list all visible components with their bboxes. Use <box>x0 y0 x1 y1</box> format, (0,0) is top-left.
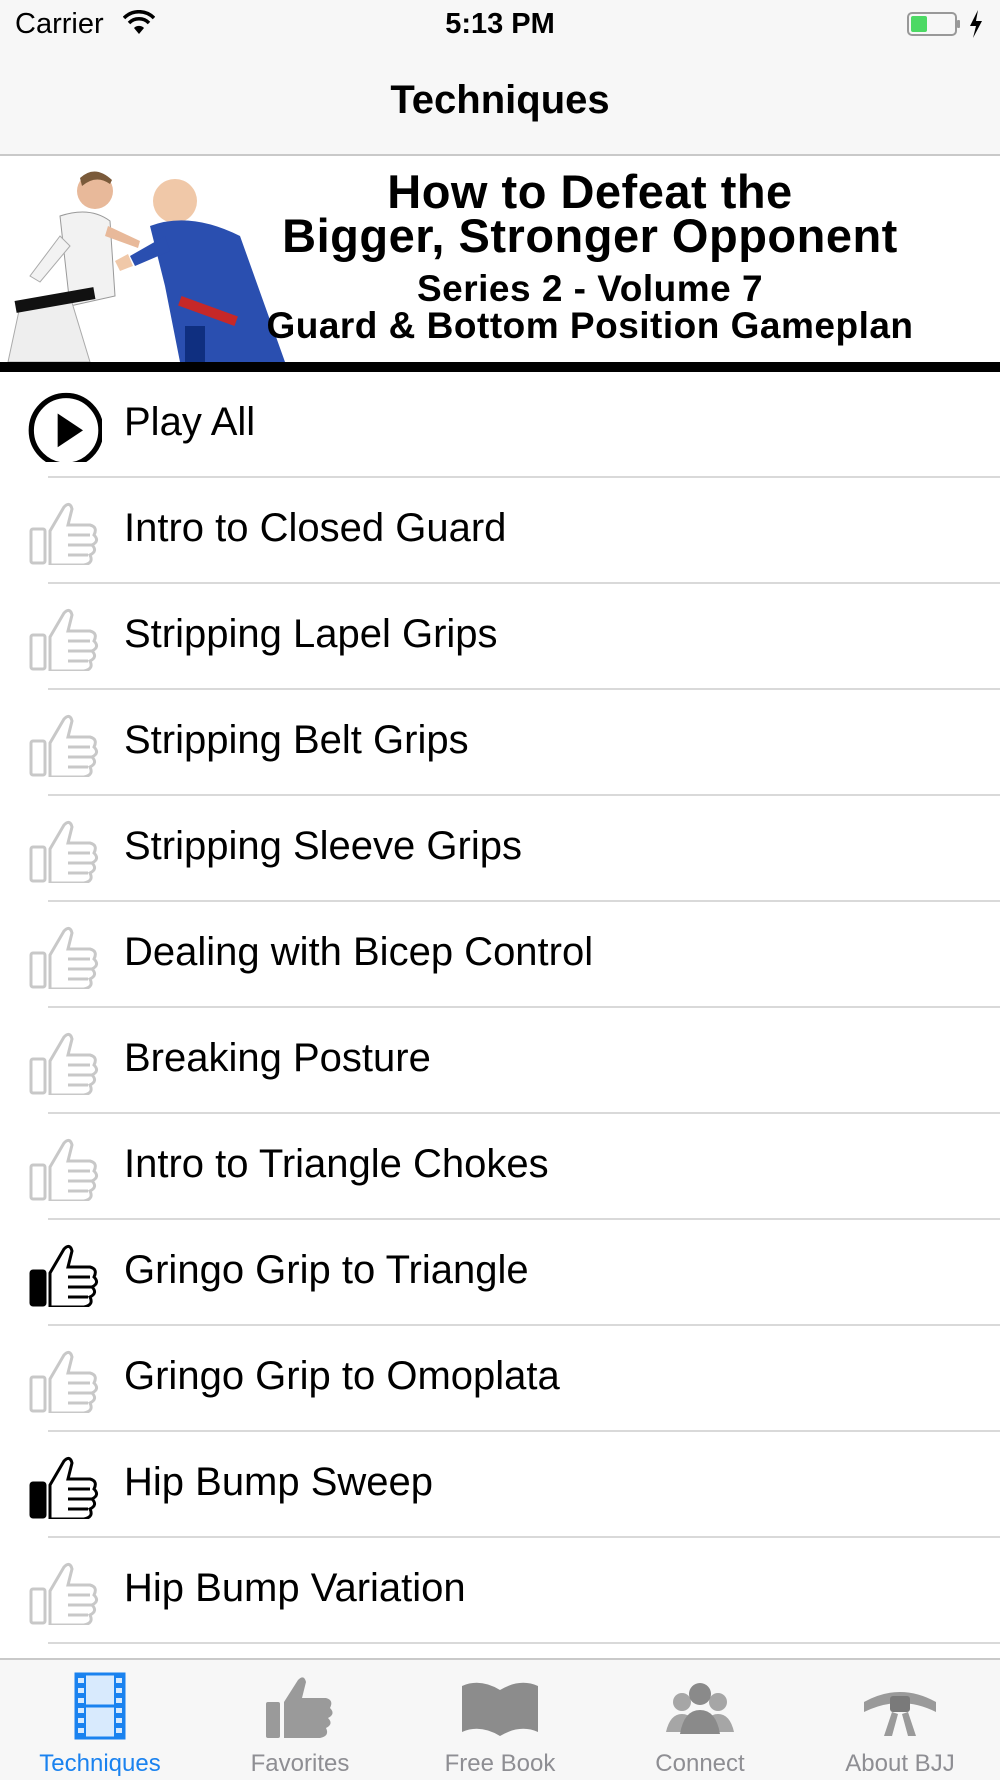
tab-label: Techniques <box>39 1750 161 1777</box>
thumbs-up-filled-icon[interactable] <box>28 1243 100 1307</box>
tab-free-book[interactable]: Free Book <box>400 1660 600 1780</box>
battery-icon <box>907 12 960 36</box>
tab-connect[interactable]: Connect <box>600 1660 800 1780</box>
thumbs-up-outline-icon[interactable] <box>28 1561 100 1625</box>
thumbs-up-outline-icon[interactable] <box>28 925 100 989</box>
tab-bar: Techniques Favorites Free Book Connect A… <box>0 1658 1000 1780</box>
book-icon <box>462 1682 538 1736</box>
tab-about-bjj[interactable]: About BJJ <box>800 1660 1000 1780</box>
play-circle-icon <box>28 392 102 462</box>
technique-row[interactable]: Hip Bump Sweep <box>0 1432 1000 1538</box>
row-divider <box>48 1642 1000 1644</box>
thumbs-up-outline-icon[interactable] <box>28 607 100 671</box>
tab-label: Free Book <box>444 1750 556 1777</box>
technique-label: Breaking Posture <box>124 1036 431 1080</box>
technique-label: Intro to Triangle Chokes <box>124 1142 549 1186</box>
thumbs-up-icon <box>266 1677 333 1738</box>
thumbs-up-outline-icon[interactable] <box>28 1349 100 1413</box>
status-bar: Carrier 5:13 PM <box>0 0 1000 50</box>
technique-label: Stripping Belt Grips <box>124 718 469 762</box>
tab-favorites[interactable]: Favorites <box>200 1660 400 1780</box>
technique-label: Stripping Sleeve Grips <box>124 824 522 868</box>
people-icon <box>666 1683 734 1734</box>
technique-row[interactable]: Intro to Triangle Chokes <box>0 1114 1000 1220</box>
tab-label: About BJJ <box>845 1750 955 1777</box>
tab-label: Connect <box>655 1750 745 1777</box>
banner-title-line2: Bigger, Stronger Opponent <box>282 209 898 262</box>
navigation-bar: Techniques <box>0 50 1000 156</box>
techniques-list: Play All Intro to Closed Guard Stripping … <box>0 372 1000 1644</box>
technique-row[interactable]: Stripping Belt Grips <box>0 690 1000 796</box>
course-banner: How to Defeat the Bigger, Stronger Oppon… <box>0 156 1000 362</box>
technique-label: Gringo Grip to Triangle <box>124 1248 529 1292</box>
banner-series-line: Series 2 - Volume 7 <box>416 268 764 309</box>
technique-label: Gringo Grip to Omoplata <box>124 1354 560 1398</box>
clock: 5:13 PM <box>445 8 555 40</box>
technique-label: Stripping Lapel Grips <box>124 612 498 656</box>
technique-row[interactable]: Gringo Grip to Triangle <box>0 1220 1000 1326</box>
technique-row[interactable]: Dealing with Bicep Control <box>0 902 1000 1008</box>
banner-subtitle-line: Guard & Bottom Position Gameplan <box>266 305 914 346</box>
technique-row[interactable]: Stripping Sleeve Grips <box>0 796 1000 902</box>
tab-label: Favorites <box>250 1750 350 1777</box>
technique-row[interactable]: Stripping Lapel Grips <box>0 584 1000 690</box>
thumbs-up-outline-icon[interactable] <box>28 713 100 777</box>
technique-row[interactable]: Intro to Closed Guard <box>0 478 1000 584</box>
banner-divider <box>0 362 1000 372</box>
thumbs-up-outline-icon[interactable] <box>28 1137 100 1201</box>
technique-label: Dealing with Bicep Control <box>124 930 594 974</box>
tab-techniques[interactable]: Techniques <box>0 1660 200 1780</box>
belt-icon <box>864 1692 936 1736</box>
thumbs-up-outline-icon[interactable] <box>28 819 100 883</box>
technique-row[interactable]: Gringo Grip to Omoplata <box>0 1326 1000 1432</box>
technique-row[interactable]: Breaking Posture <box>0 1008 1000 1114</box>
film-icon <box>74 1672 126 1740</box>
page-title: Techniques <box>390 78 610 122</box>
technique-label: Intro to Closed Guard <box>124 506 507 550</box>
thumbs-up-outline-icon[interactable] <box>28 1031 100 1095</box>
technique-label: Hip Bump Variation <box>124 1566 466 1610</box>
technique-row[interactable]: Hip Bump Variation <box>0 1538 1000 1644</box>
charging-bolt-icon <box>970 10 982 38</box>
technique-label: Hip Bump Sweep <box>124 1460 434 1504</box>
thumbs-up-filled-icon[interactable] <box>28 1455 100 1519</box>
play-all-row[interactable]: Play All <box>0 372 1000 478</box>
thumbs-up-outline-icon[interactable] <box>28 501 100 565</box>
play-all-label: Play All <box>124 400 256 444</box>
